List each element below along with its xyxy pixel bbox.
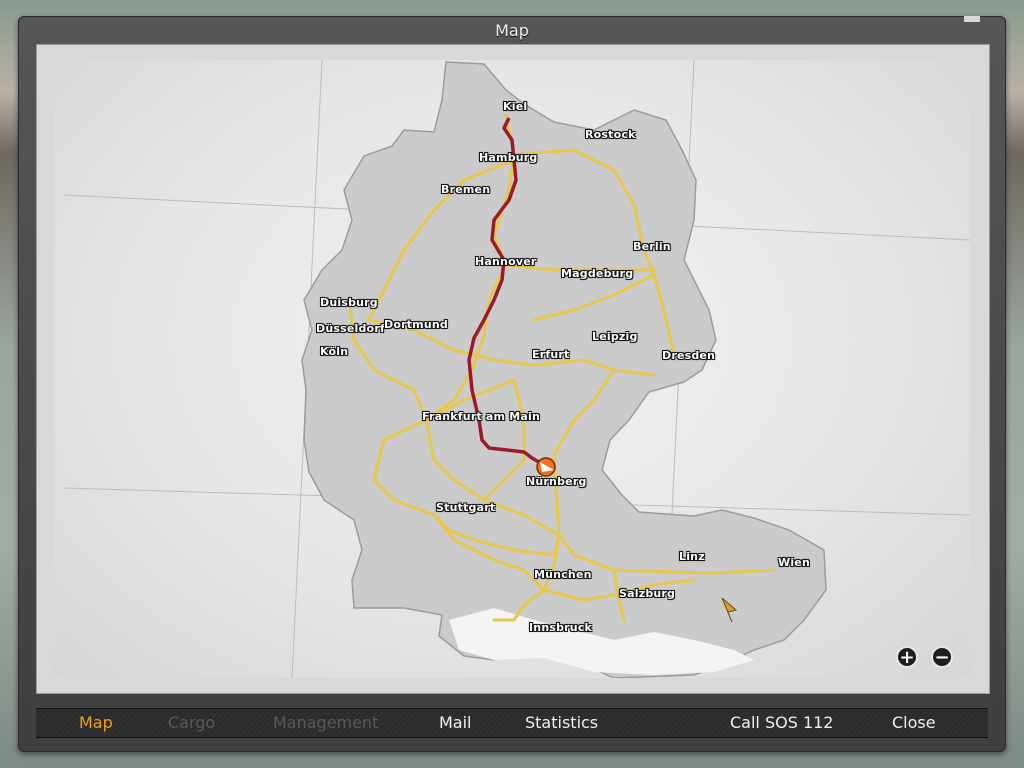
city-label-kiel: Kiel [503, 100, 528, 113]
city-label-linz: Linz [679, 550, 705, 563]
city-label-salzburg: Salzburg [619, 587, 676, 600]
city-label-duisburg: Duisburg [320, 296, 378, 309]
bottom-menu-bar: Map Cargo Management Mail Statistics Cal… [36, 708, 988, 738]
city-label-bremen: Bremen [441, 183, 491, 196]
city-label-rostock: Rostock [585, 128, 636, 141]
player-marker [536, 457, 556, 477]
city-label-dresden: Dresden [662, 349, 716, 362]
menu-management-tab: Management [273, 713, 379, 732]
close-button[interactable]: Close [892, 709, 936, 737]
call-sos-button[interactable]: Call SOS 112 [730, 709, 833, 737]
city-label-dusseldorf: Düsseldorf [316, 322, 385, 335]
city-label-hannover: Hannover [475, 255, 537, 268]
city-label-stuttgart: Stuttgart [436, 501, 496, 514]
menu-mail-tab[interactable]: Mail [439, 709, 472, 737]
zoom-in-button[interactable]: + [896, 646, 918, 668]
zoom-out-button[interactable]: − [931, 646, 953, 668]
city-label-hamburg: Hamburg [479, 151, 538, 164]
city-label-frankfurt: Frankfurt am Main [422, 410, 541, 423]
window-corner-button[interactable] [964, 16, 980, 22]
city-label-koln: Köln [320, 345, 349, 358]
city-label-munchen: München [534, 568, 592, 581]
window-title: Map [495, 21, 529, 40]
city-label-innsbruck: Innsbruck [529, 621, 593, 634]
menu-cargo-tab: Cargo [168, 713, 216, 732]
menu-statistics-tab[interactable]: Statistics [525, 709, 598, 737]
city-label-berlin: Berlin [633, 240, 671, 253]
city-label-nurnberg: Nürnberg [526, 475, 587, 488]
city-label-erfurt: Erfurt [532, 348, 570, 361]
menu-map-tab[interactable]: Map [79, 709, 113, 737]
map-canvas[interactable]: Kiel Rostock Hamburg Bremen Berlin Hanno… [54, 60, 970, 678]
city-label-dortmund: Dortmund [384, 318, 448, 331]
land-germany [301, 61, 827, 678]
city-label-wien: Wien [778, 556, 810, 569]
city-label-leipzig: Leipzig [592, 330, 638, 343]
city-label-magdeburg: Magdeburg [561, 267, 634, 280]
